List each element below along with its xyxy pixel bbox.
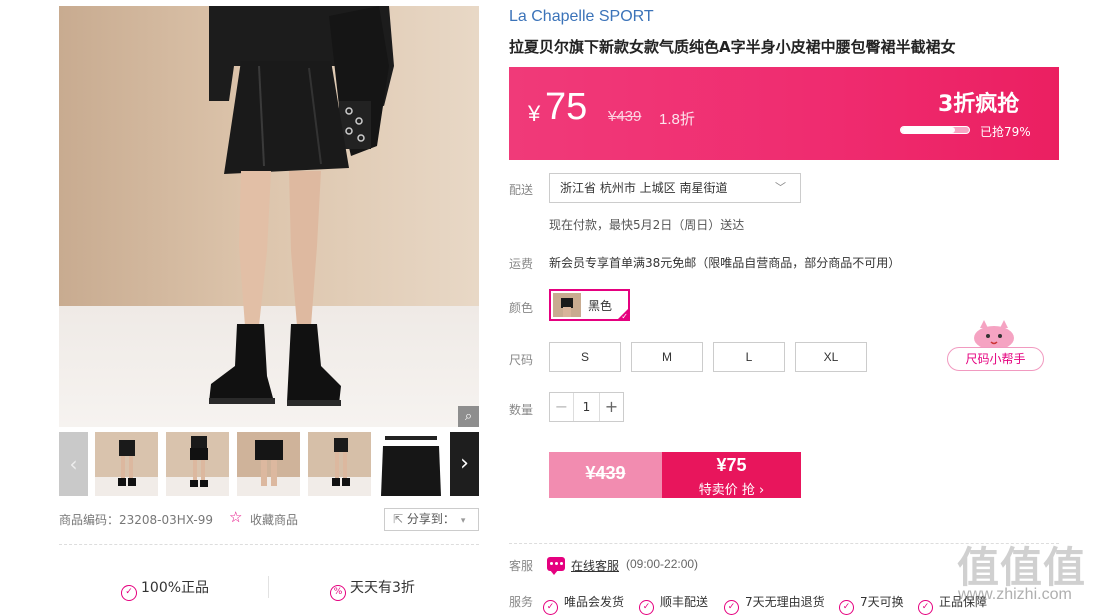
mascot-icon bbox=[974, 320, 1014, 350]
customer-service-label: 客服 bbox=[509, 559, 534, 573]
check-circle-icon: ✓ bbox=[839, 600, 854, 615]
buy-original-price: ¥439 bbox=[585, 463, 626, 483]
share-icon: ⇱ bbox=[393, 512, 404, 526]
decrease-button[interactable]: − bbox=[550, 393, 574, 421]
chevron-right-icon[interactable]: › bbox=[450, 432, 479, 496]
product-title: 拉夏贝尔旗下新款女款气质纯色A字半身小皮裙中腰包臀裙半截裙女 bbox=[509, 38, 956, 56]
discount-rate: 1.8折 bbox=[659, 111, 695, 128]
promise-separator bbox=[268, 576, 269, 598]
daily-discount-promise: % 天天有3折 bbox=[330, 577, 415, 601]
original-price: ¥439 bbox=[608, 108, 642, 125]
increase-button[interactable]: + bbox=[599, 393, 623, 421]
address-select[interactable]: 浙江省 杭州市 上城区 南星街道 ﹀ bbox=[549, 173, 801, 203]
color-name: 黑色 bbox=[588, 299, 613, 313]
check-circle-icon: ✓ bbox=[639, 600, 654, 615]
check-circle-icon: ✓ bbox=[543, 600, 558, 615]
shipping-label: 运费 bbox=[509, 257, 534, 271]
share-label: 分享到： bbox=[406, 512, 455, 526]
service-item: ✓ 7天可换 bbox=[839, 593, 904, 615]
divider bbox=[59, 544, 479, 545]
service-item: ✓ 顺丰配送 bbox=[639, 593, 708, 615]
share-button[interactable]: ⇱ 分享到： ▾ bbox=[384, 508, 479, 531]
buy-price[interactable]: ¥75 bbox=[662, 455, 801, 476]
sold-progress-fill bbox=[901, 127, 955, 133]
sold-percentage: 已抢79% bbox=[980, 125, 1031, 139]
caret-down-icon: ▾ bbox=[460, 516, 466, 526]
buy-label[interactable]: 特卖价 抢 › bbox=[662, 479, 801, 498]
brand-link[interactable]: La Chapelle SPORT bbox=[509, 8, 654, 26]
service-label: 服务 bbox=[509, 595, 534, 609]
watermark-url: www.zhizhi.com bbox=[958, 586, 1072, 603]
shield-check-icon: ✓ bbox=[121, 585, 137, 601]
size-helper-button[interactable]: 尺码小帮手 bbox=[947, 347, 1044, 371]
thumbnail-1[interactable] bbox=[95, 432, 158, 496]
current-price: 75 bbox=[545, 86, 588, 128]
thumbnail-3[interactable] bbox=[237, 432, 300, 496]
delivery-label: 配送 bbox=[509, 183, 534, 197]
flash-sale-label: 3折疯抢 bbox=[938, 92, 1020, 117]
size-label: 尺码 bbox=[509, 353, 534, 367]
quantity-value[interactable]: 1 bbox=[574, 393, 599, 421]
size-option-m[interactable]: M bbox=[631, 342, 703, 372]
genuine-promise: ✓ 100%正品 bbox=[121, 577, 209, 601]
product-code: 商品编码：23208-03HX-99 bbox=[59, 513, 214, 527]
model-illustration bbox=[209, 6, 394, 406]
color-swatch-image bbox=[553, 293, 581, 317]
price-currency: ¥ bbox=[528, 101, 541, 126]
service-item: ✓ 唯品会发货 bbox=[543, 593, 624, 615]
main-product-photo[interactable] bbox=[59, 6, 479, 427]
shipping-info: 新会员专享首单满38元免邮（限唯品自营商品，部分商品不可用） bbox=[549, 256, 901, 270]
chat-icon[interactable] bbox=[547, 557, 565, 575]
color-label: 颜色 bbox=[509, 301, 534, 315]
check-circle-icon: ✓ bbox=[918, 600, 933, 615]
address-value: 浙江省 杭州市 上城区 南星街道 bbox=[560, 181, 728, 195]
thumbnail-4[interactable] bbox=[308, 432, 371, 496]
online-service-link[interactable]: 在线客服 bbox=[571, 557, 619, 574]
favorite-button[interactable]: 收藏商品 bbox=[250, 511, 298, 528]
color-option-black[interactable]: 黑色 ✓ bbox=[549, 289, 630, 321]
size-option-xl[interactable]: XL bbox=[795, 342, 867, 372]
quantity-label: 数量 bbox=[509, 403, 534, 417]
magnifier-icon[interactable]: ⌕ bbox=[458, 406, 479, 427]
check-icon: ✓ bbox=[621, 312, 628, 321]
percent-icon: % bbox=[330, 585, 346, 601]
chevron-left-icon[interactable]: ‹ bbox=[59, 432, 88, 496]
sold-progress-bar bbox=[900, 126, 970, 134]
size-option-s[interactable]: S bbox=[549, 342, 621, 372]
delivery-estimate: 现在付款，最快5月2日（周日）送达 bbox=[549, 218, 745, 232]
thumbnail-5[interactable] bbox=[379, 432, 442, 496]
size-option-l[interactable]: L bbox=[713, 342, 785, 372]
quantity-stepper: − 1 + bbox=[549, 392, 624, 422]
thumbnail-2[interactable] bbox=[166, 432, 229, 496]
chevron-down-icon: ﹀ bbox=[775, 181, 786, 194]
check-circle-icon: ✓ bbox=[724, 600, 739, 615]
service-item: ✓ 7天无理由退货 bbox=[724, 593, 825, 615]
service-hours: (09:00-22:00) bbox=[626, 557, 699, 571]
star-icon[interactable]: ☆ bbox=[229, 509, 245, 525]
